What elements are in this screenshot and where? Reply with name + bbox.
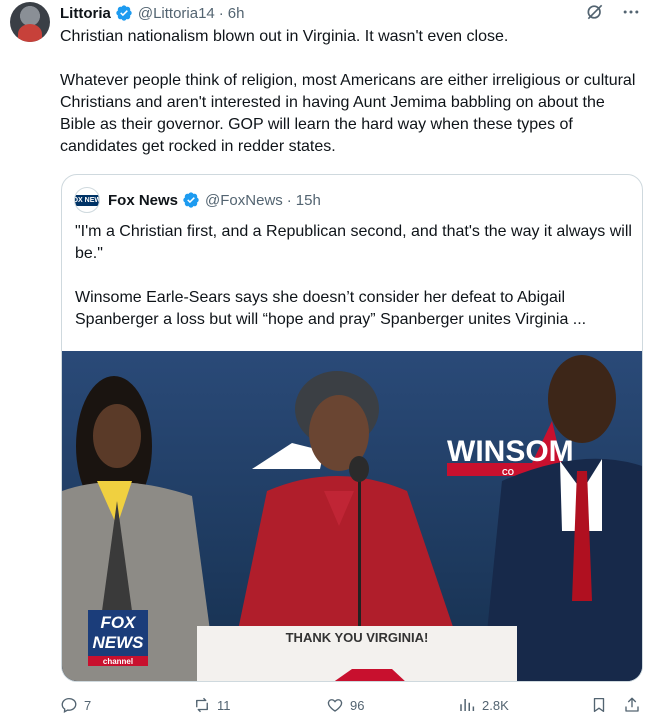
views-button[interactable]: 2.8K — [458, 694, 509, 716]
like-count: 96 — [350, 697, 365, 713]
quoted-post[interactable]: FOX NEWS Fox News @FoxNews · 15h "I'm a … — [61, 174, 643, 682]
quoted-avatar-logo: FOX NEWS — [75, 194, 99, 206]
separator: · — [218, 4, 224, 22]
quoted-author-name: Fox News — [108, 191, 179, 209]
author-handle[interactable]: @Littoria14 — [138, 5, 215, 22]
bookmark-icon — [593, 697, 605, 713]
avatar[interactable] — [10, 2, 50, 42]
quoted-avatar: FOX NEWS — [74, 187, 100, 213]
share-icon — [625, 697, 639, 712]
author-name[interactable]: Littoria — [60, 5, 111, 22]
quoted-post-text: "I'm a Christian first, and a Republican… — [75, 221, 635, 331]
bookmark-button[interactable] — [590, 694, 608, 716]
reply-count: 7 — [84, 697, 92, 713]
share-button[interactable] — [623, 694, 641, 716]
views-count: 2.8K — [482, 697, 509, 713]
like-button[interactable]: 96 — [326, 694, 364, 716]
like-icon — [327, 699, 343, 712]
post-header: Littoria @Littoria14 · 6h — [60, 3, 244, 23]
post-text: Christian nationalism blown out in Virgi… — [60, 26, 640, 158]
grok-icon[interactable] — [585, 2, 605, 22]
quoted-paragraph: "I'm a Christian first, and a Republican… — [75, 223, 632, 262]
action-bar: 7 11 96 2.8K — [60, 694, 645, 716]
podium-banner-text: THANK YOU VIRGINIA! — [286, 630, 429, 645]
logo-text-channel: channel — [103, 657, 133, 666]
backdrop-sign-subtext: CO — [502, 468, 514, 477]
backdrop-sign-text: WINSOM — [447, 435, 574, 468]
fox-news-logo: FOX NEWS channel — [88, 610, 148, 666]
quoted-post-header: FOX NEWS Fox News @FoxNews · 15h — [74, 187, 321, 213]
post-time[interactable]: 6h — [228, 5, 245, 22]
separator: · — [286, 191, 292, 209]
verified-badge-icon — [183, 192, 199, 208]
reply-icon — [61, 697, 77, 713]
repost-icon — [196, 697, 208, 713]
post-paragraph: Whatever people think of religion, most … — [60, 72, 636, 155]
quoted-post-time: 15h — [295, 191, 321, 209]
reply-button[interactable]: 7 — [60, 694, 91, 716]
post-header-controls — [585, 2, 641, 22]
quoted-media-video[interactable]: WINSOM CO THANK YOU VIRGINIA! FOX NEWS c… — [62, 351, 642, 681]
logo-text-news: NEWS — [93, 633, 145, 652]
logo-text-fox: FOX — [101, 613, 138, 632]
quoted-author-handle: @FoxNews — [205, 191, 283, 209]
quoted-paragraph: Winsome Earle-Sears says she doesn’t con… — [75, 289, 587, 328]
repost-button[interactable]: 11 — [193, 694, 231, 716]
post-paragraph: Christian nationalism blown out in Virgi… — [60, 28, 509, 45]
more-icon[interactable] — [621, 2, 641, 22]
repost-count: 11 — [217, 697, 231, 713]
views-icon — [460, 699, 475, 711]
verified-badge-icon — [116, 5, 132, 21]
